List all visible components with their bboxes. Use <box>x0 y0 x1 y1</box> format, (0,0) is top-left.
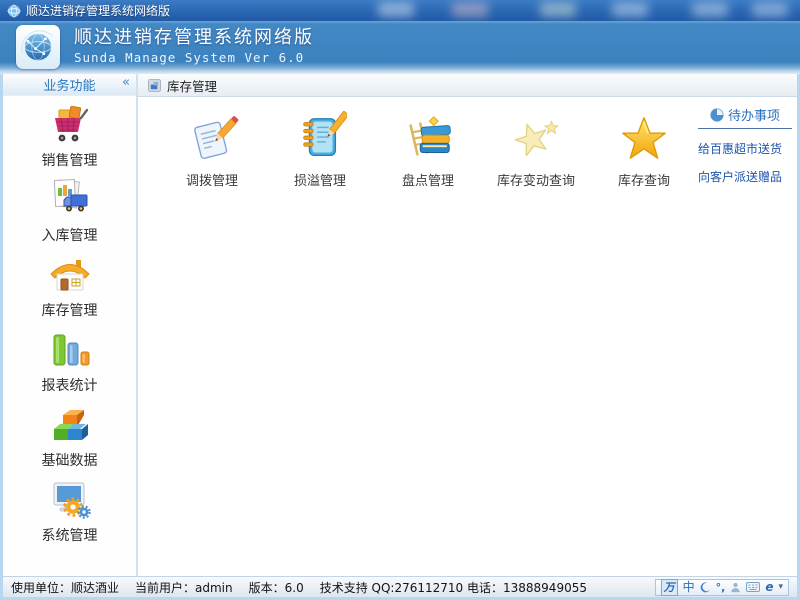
notebook-pencil-icon <box>293 111 347 165</box>
sidebar-header: 业务功能 « <box>3 74 136 96</box>
sidebar-item-label: 系统管理 <box>42 525 98 545</box>
app-subtitle: Sunda Manage System Ver 6.0 <box>74 50 314 65</box>
app-title: 顺达进销存管理系统网络版 <box>74 26 314 50</box>
sidebar-item-sales[interactable]: 销售管理 <box>3 96 136 171</box>
sidebar-item-reports[interactable]: 报表统计 <box>3 321 136 396</box>
tab-label: 库存管理 <box>167 76 217 95</box>
status-support: 技术支持 QQ:276112710 电话：13888949055 <box>320 579 587 596</box>
todo-header: 待办事项 <box>698 105 792 129</box>
window-title: 顺达进销存管理系统网络版 <box>26 2 170 19</box>
inbound-truck-icon <box>46 176 94 224</box>
statusbar: 使用单位：顺达酒业 当前用户：admin 版本：6.0 技术支持 QQ:2761… <box>3 576 797 597</box>
sidebar-item-label: 基础数据 <box>42 450 98 470</box>
app-header-banner: 顺达进销存管理系统网络版 Sunda Manage System Ver 6.0 <box>0 21 800 74</box>
titlebar: 顺达进销存管理系统网络版 <box>0 0 800 21</box>
main-area: 库存管理 <box>138 74 797 576</box>
shortcut-label: 盘点管理 <box>402 170 454 189</box>
window-layers-icon <box>148 79 161 92</box>
ime-punctuation-button[interactable]: °, <box>716 580 726 595</box>
sidebar-item-label: 销售管理 <box>42 150 98 170</box>
sidebar-item-label: 库存管理 <box>42 300 98 320</box>
person-icon[interactable] <box>730 582 741 593</box>
ime-wan-button[interactable]: 万 <box>661 579 678 596</box>
building-blocks-icon <box>46 401 94 449</box>
shortcut-stock-query[interactable]: 库存查询 <box>590 111 698 189</box>
ime-browser-icon[interactable]: e <box>765 580 773 595</box>
shopping-cart-icon <box>46 101 94 149</box>
keyboard-icon[interactable] <box>746 582 760 592</box>
shortcut-profit-loss-management[interactable]: 损溢管理 <box>266 111 374 189</box>
titlebar-decor <box>752 2 788 17</box>
statusbar-frame: 使用单位：顺达酒业 当前用户：admin 版本：6.0 技术支持 QQ:2761… <box>0 576 800 600</box>
sidebar-item-label: 报表统计 <box>42 375 98 395</box>
pale-stars-icon <box>509 111 563 165</box>
globe-network-icon <box>16 25 60 69</box>
main-body: 调拨管理 <box>138 97 797 576</box>
todo-title: 待办事项 <box>728 105 780 124</box>
shortcut-label: 库存查询 <box>618 170 670 189</box>
shortcut-transfer-management[interactable]: 调拨管理 <box>158 111 266 189</box>
titlebar-decor <box>540 2 576 17</box>
sidebar-item-inventory[interactable]: 库存管理 <box>3 246 136 321</box>
sidebar: 业务功能 « 销 <box>3 74 138 576</box>
bar-chart-icon <box>46 326 94 374</box>
sidebar-item-inbound[interactable]: 入库管理 <box>3 171 136 246</box>
gold-star-icon <box>617 111 671 165</box>
todo-item-delivery[interactable]: 给百惠超市送货 <box>698 140 792 157</box>
sidebar-item-system[interactable]: 系统管理 <box>3 471 136 546</box>
titlebar-decor <box>378 2 414 17</box>
ime-toolbar[interactable]: 万 中 °, e ▾ <box>655 579 789 596</box>
todo-panel: 待办事项 给百惠超市送货 向客户派送赠品 <box>698 105 792 185</box>
todo-item-gifts[interactable]: 向客户派送赠品 <box>698 168 792 185</box>
ime-language-button[interactable]: 中 <box>683 580 695 595</box>
house-icon <box>46 251 94 299</box>
books-ladder-icon <box>401 111 455 165</box>
shortcut-stock-change-query[interactable]: 库存变动查询 <box>482 111 590 189</box>
app-globe-icon <box>7 4 21 18</box>
sidebar-collapse-button[interactable]: « <box>122 75 130 90</box>
status-company: 使用单位：顺达酒业 <box>11 579 119 596</box>
tabbar: 库存管理 <box>138 74 797 97</box>
sidebar-item-label: 入库管理 <box>42 225 98 245</box>
window-frame: 业务功能 « 销 <box>0 74 800 576</box>
status-current-user: 当前用户：admin <box>135 579 233 596</box>
pie-sphere-icon <box>710 108 724 122</box>
sidebar-title: 业务功能 <box>43 75 95 94</box>
titlebar-decor <box>452 2 488 17</box>
shortcut-label: 库存变动查询 <box>497 170 575 189</box>
document-pencil-icon <box>185 111 239 165</box>
computer-gears-icon <box>46 476 94 524</box>
titlebar-decor <box>612 2 648 17</box>
ime-options-chevron-icon[interactable]: ▾ <box>778 580 783 595</box>
tab-inventory-management[interactable]: 库存管理 <box>148 76 217 95</box>
sidebar-item-base-data[interactable]: 基础数据 <box>3 396 136 471</box>
moon-icon[interactable] <box>700 582 711 593</box>
shortcut-label: 损溢管理 <box>294 170 346 189</box>
titlebar-decor <box>692 2 728 17</box>
shortcut-stocktake-management[interactable]: 盘点管理 <box>374 111 482 189</box>
app-window: 顺达进销存管理系统网络版 顺达进销存管理系统网络版 Sunda Manage <box>0 0 800 600</box>
status-version: 版本：6.0 <box>249 579 304 596</box>
shortcut-label: 调拨管理 <box>186 170 238 189</box>
